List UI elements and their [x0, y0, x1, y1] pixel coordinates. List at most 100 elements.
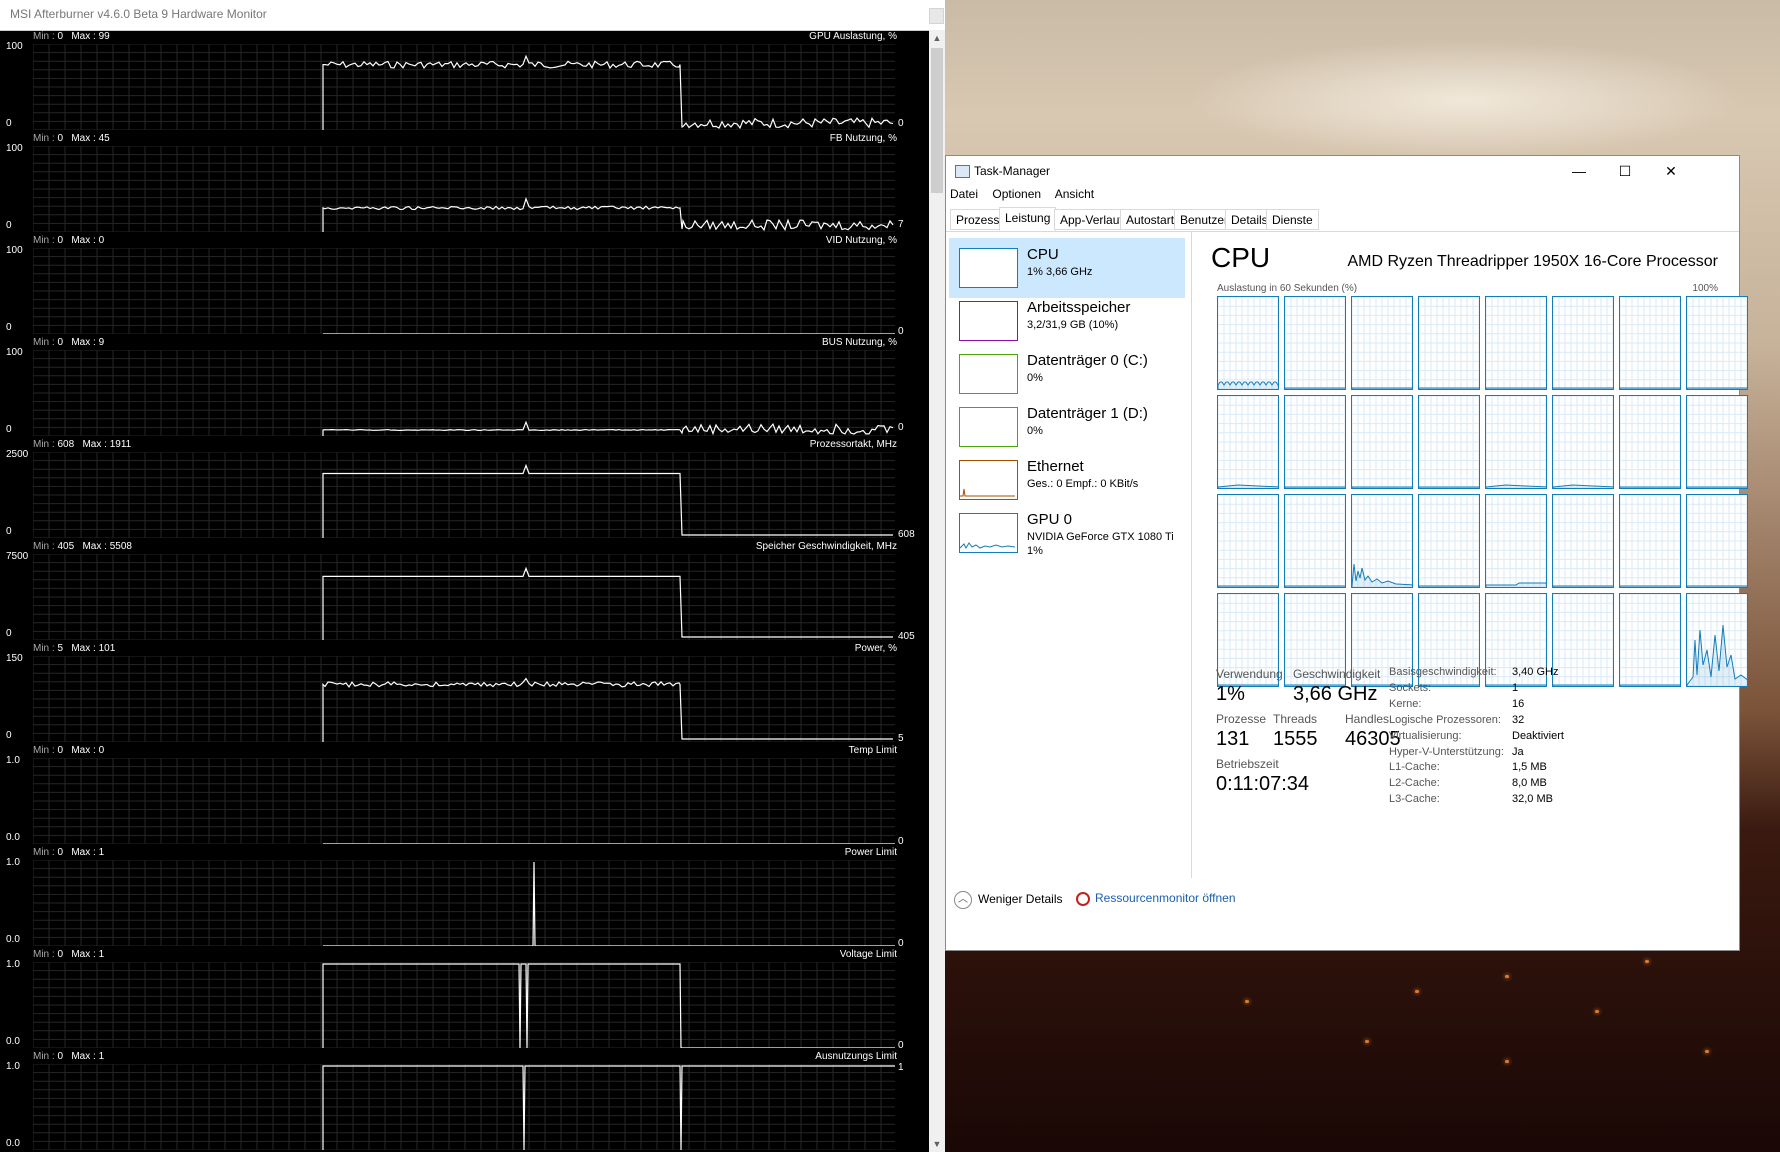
graph-trace	[322, 54, 894, 130]
graph-min-value: 0	[57, 745, 64, 756]
core-usage-trace	[1419, 585, 1479, 587]
graph-current-value: 5	[898, 733, 904, 744]
sidebar-item-gpu-0[interactable]: GPU 0 NVIDIA GeForce GTX 1080 Ti 1%	[949, 503, 1185, 563]
maximize-icon[interactable]: ☐	[1602, 156, 1648, 186]
menu-item-datei[interactable]: Datei	[950, 187, 978, 201]
msi-afterburner-window: MSI Afterburner v4.6.0 Beta 9 Hardware M…	[0, 0, 945, 1152]
graph-y-min: 0	[6, 526, 12, 537]
sidebar-item-value: 1% 3,66 GHz	[1027, 266, 1093, 278]
ember-decoration	[1505, 1060, 1509, 1063]
core-usage-trace	[1352, 486, 1412, 488]
sidebar-item-label: Datenträger 1 (D:)	[1027, 405, 1148, 422]
graph-minmax: Min : 0 Max : 0	[33, 745, 105, 756]
logical-processor-graph	[1217, 494, 1279, 588]
tm-window-title: Task-Manager	[974, 164, 1051, 178]
sidebar-item-value-2: 1%	[1027, 545, 1043, 557]
scroll-down-icon[interactable]: ▼	[929, 1136, 945, 1152]
graph-plot	[33, 1064, 895, 1150]
graph-y-min: 0.0	[6, 934, 20, 945]
property-label: Virtualisierung:	[1389, 729, 1462, 742]
stat-value-geschwindigkeit: 3,66 GHz	[1293, 683, 1378, 705]
graph-minmax: Min : 0 Max : 99	[33, 31, 110, 42]
core-usage-trace	[1620, 486, 1680, 488]
stat-value-betriebszeit: 0:11:07:34	[1216, 773, 1310, 795]
stat-label-prozesse: Prozesse	[1216, 712, 1267, 726]
sidebar-item-disk-1[interactable]: Datenträger 1 (D:) 0%	[949, 397, 1185, 457]
performance-pane: CPU 1% 3,66 GHz Arbeitsspeicher 3,2/31,9…	[946, 231, 1748, 878]
msi-title-button[interactable]	[929, 8, 944, 24]
graph-min-value: 0	[57, 235, 64, 246]
tm-titlebar[interactable]: Task-Manager — ☐ ✕	[946, 156, 1739, 186]
sidebar-item-ethernet[interactable]: Ethernet Ges.: 0 Empf.: 0 KBit/s	[949, 450, 1185, 510]
sidebar-item-memory[interactable]: Arbeitsspeicher 3,2/31,9 GB (10%)	[949, 291, 1185, 351]
graph-trace	[322, 197, 894, 232]
graph-panel: Min : 405 Max : 5508 Speicher Geschwindig…	[0, 540, 929, 642]
logical-processor-graph	[1619, 494, 1681, 588]
graph-trace	[322, 566, 893, 640]
graph-max-value: 99	[98, 31, 110, 42]
graph-title: Power Limit	[844, 847, 897, 858]
ember-decoration	[1245, 1000, 1249, 1003]
menu-item-optionen[interactable]: Optionen	[992, 187, 1041, 201]
graph-max-value: 0	[98, 745, 105, 756]
core-usage-trace	[1285, 387, 1345, 389]
logical-processor-graph	[1619, 296, 1681, 390]
core-usage-trace	[1553, 585, 1613, 587]
logical-processor-graph	[1217, 296, 1279, 390]
graph-title: Temp Limit	[848, 745, 897, 756]
graph-title: FB Nutzung, %	[829, 133, 897, 144]
graph-minmax: Min : 0 Max : 45	[33, 133, 110, 144]
property-label: Sockets:	[1389, 681, 1432, 694]
msi-window-title: MSI Afterburner v4.6.0 Beta 9 Hardware M…	[10, 7, 267, 21]
tab-leistung[interactable]: Leistung	[999, 207, 1057, 231]
graph-max-value: 5508	[109, 541, 132, 552]
utilization-max-label: 100%	[1692, 283, 1718, 294]
logical-processor-graph	[1686, 494, 1748, 588]
memory-mini-graph	[959, 301, 1018, 341]
menu-item-ansicht[interactable]: Ansicht	[1055, 187, 1094, 201]
logical-processor-graph	[1686, 593, 1748, 687]
fewer-details-label: Weniger Details	[978, 892, 1063, 907]
msi-titlebar[interactable]: MSI Afterburner v4.6.0 Beta 9 Hardware M…	[0, 0, 945, 31]
sidebar-item-cpu[interactable]: CPU 1% 3,66 GHz	[949, 238, 1185, 298]
graph-minmax: Min : 0 Max : 0	[33, 235, 105, 246]
tab-autostart[interactable]: Autostart	[1120, 209, 1181, 230]
logical-processor-graph	[1284, 296, 1346, 390]
graph-current-value: 0	[898, 421, 904, 433]
core-usage-trace	[1620, 684, 1680, 686]
disk-1-mini-graph	[959, 407, 1018, 447]
graph-panel: Min : 5 Max : 101 Power, % 150 0 5	[0, 642, 929, 744]
graph-title: Power, %	[854, 643, 897, 654]
fewer-details-button[interactable]: ︿ Weniger Details	[954, 891, 1062, 909]
open-resource-monitor-link[interactable]: Ressourcenmonitor öffnen	[1076, 891, 1236, 906]
property-value: 3,40 GHz	[1512, 666, 1559, 678]
graph-panel: Min : 0 Max : 1 Power Limit 1.0 0.0 0	[0, 846, 929, 949]
graph-y-max: 100	[6, 347, 23, 358]
graph-panel: Min : 0 Max : 0 VID Nutzung, % 100 0 0	[0, 234, 929, 337]
graph-plot	[33, 146, 895, 232]
sidebar-item-disk-0[interactable]: Datenträger 0 (C:) 0%	[949, 344, 1185, 404]
tab-app-verlauf[interactable]: App-Verlauf	[1054, 209, 1129, 230]
graph-title: Prozessortakt, MHz	[809, 439, 897, 450]
sidebar-item-label: Datenträger 0 (C:)	[1027, 352, 1148, 369]
chevron-up-icon: ︿	[954, 891, 972, 909]
logical-processor-graph	[1686, 395, 1748, 489]
pane-divider[interactable]	[1191, 232, 1192, 878]
ember-decoration	[1505, 975, 1509, 978]
graph-y-min: 0.0	[6, 832, 20, 843]
graph-max-value: 45	[98, 133, 110, 144]
property-label: Basisgeschwindigkeit:	[1389, 666, 1497, 678]
msi-graph-area: Min : 0 Max : 99 GPU Auslastung, % 100 0 0 Mi…	[0, 30, 929, 1152]
logical-processor-graph	[1485, 296, 1547, 390]
tab-dienste[interactable]: Dienste	[1266, 209, 1319, 230]
graph-minmax: Min : 0 Max : 1	[33, 847, 105, 858]
scrollbar-thumb[interactable]	[931, 48, 943, 193]
msi-scrollbar[interactable]: ▲ ▼	[929, 30, 945, 1152]
graph-panel: Min : 0 Max : 45 FB Nutzung, % 100 0 7	[0, 132, 929, 234]
logical-processor-graph	[1418, 395, 1480, 489]
scroll-up-icon[interactable]: ▲	[929, 30, 945, 46]
stat-label-threads: Threads	[1273, 712, 1318, 726]
close-icon[interactable]: ✕	[1648, 156, 1694, 186]
graph-panel: Min : 0 Max : 1 Ausnutzungs Limit 1.0 0.0 1	[0, 1050, 929, 1152]
minimize-icon[interactable]: —	[1556, 156, 1602, 186]
